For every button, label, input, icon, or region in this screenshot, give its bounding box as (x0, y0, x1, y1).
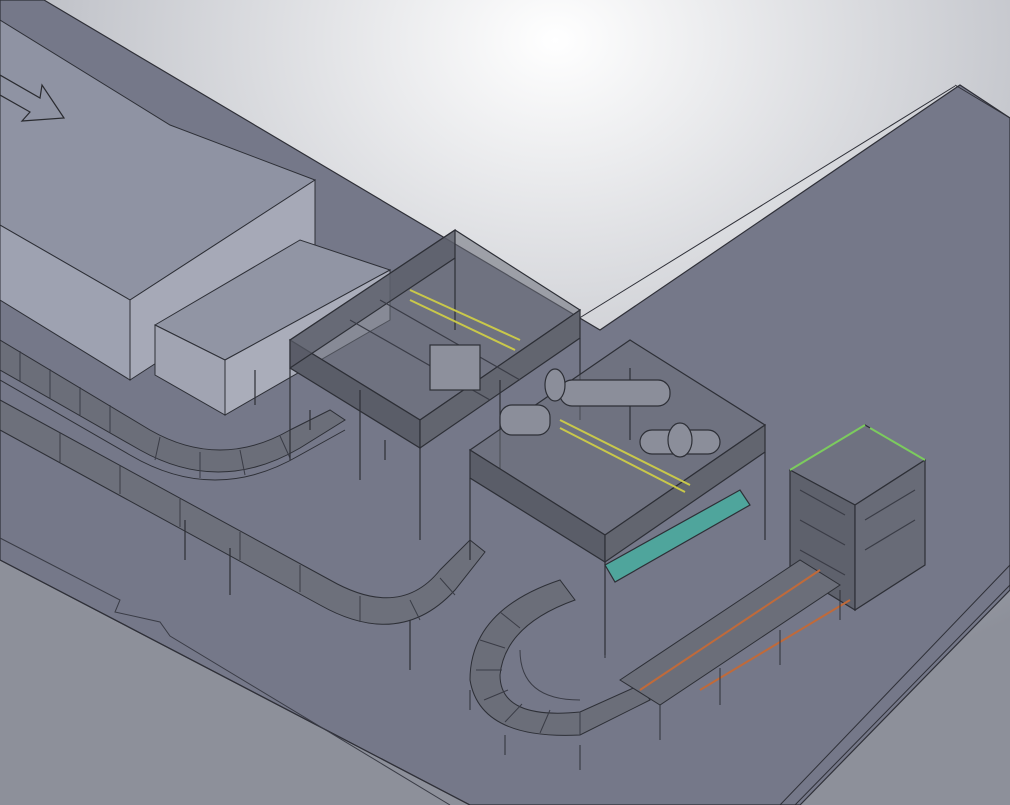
cad-viewport[interactable] (0, 0, 1010, 805)
scene-canvas (0, 0, 1010, 805)
